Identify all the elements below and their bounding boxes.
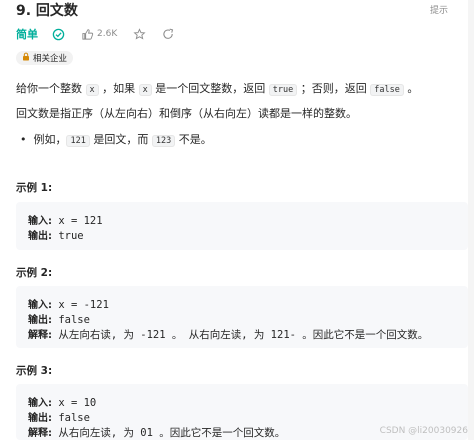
hint-button[interactable]: 提示 [430,3,448,16]
title-row: 9. 回文数 提示 [16,0,462,20]
example-1-block: 输入: x = 121 输出: true [16,202,468,250]
star-icon[interactable] [133,27,146,41]
inline-code: 121 [66,135,90,147]
example-1-title: 示例 1: [16,182,53,194]
example-2-input: 输入: x = -121 [28,299,109,311]
example-2-explanation: 解释: 从左向右读, 为 -121 。 从右向左读, 为 121- 。因此它不是… [28,329,429,341]
inline-code: true [268,84,298,96]
example-2-output: 输出: false [28,314,90,326]
lock-icon [22,52,30,64]
list-item: • 例如， 121 是回文，而 123 不是。 [20,133,212,147]
inline-code: x [85,84,99,96]
share-icon[interactable] [162,28,175,41]
example-2-block: 输入: x = -121 输出: false 解释: 从左向右读, 为 -121… [16,286,468,348]
description-paragraph-2: 回文数是指正序（从左向右）和倒序（从右向左）读都是一样的整数。 [16,107,357,120]
difficulty-badge: 简单 [16,28,38,41]
tag-label: 相关企业 [33,54,68,64]
bullet-dot: • [20,133,34,146]
example-3-title: 示例 3: [16,365,53,377]
meta-row: 简单 2.6K [16,26,191,42]
thumbs-up-icon [82,28,94,40]
example-1-output: 输出: true [28,230,84,242]
example-2-title: 示例 2: [16,267,53,279]
example-3-explanation: 解释: 从右向左读, 为 01 。因此它不是一个回文数。 [28,427,286,439]
like-count: 2.6K [97,29,118,39]
related-companies-tag[interactable]: 相关企业 [16,51,74,65]
solved-check-icon [52,28,65,41]
example-1-input: 输入: x = 121 [28,215,103,227]
like-button[interactable]: 2.6K [81,28,117,41]
example-3-input: 输入: x = 10 [28,397,97,409]
inline-code: x [138,84,152,96]
description-paragraph-1: 给你一个整数 x ，如果 x 是一个回文整数，返回 true ；否则，返回 fa… [16,82,419,96]
csdn-watermark: CSDN @li20030926 [379,426,468,436]
problem-title: 9. 回文数 [16,3,78,19]
scrollbar[interactable] [468,0,474,440]
example-3-output: 输出: false [28,412,90,424]
inline-code: false [370,84,404,96]
inline-code: 123 [151,135,176,147]
